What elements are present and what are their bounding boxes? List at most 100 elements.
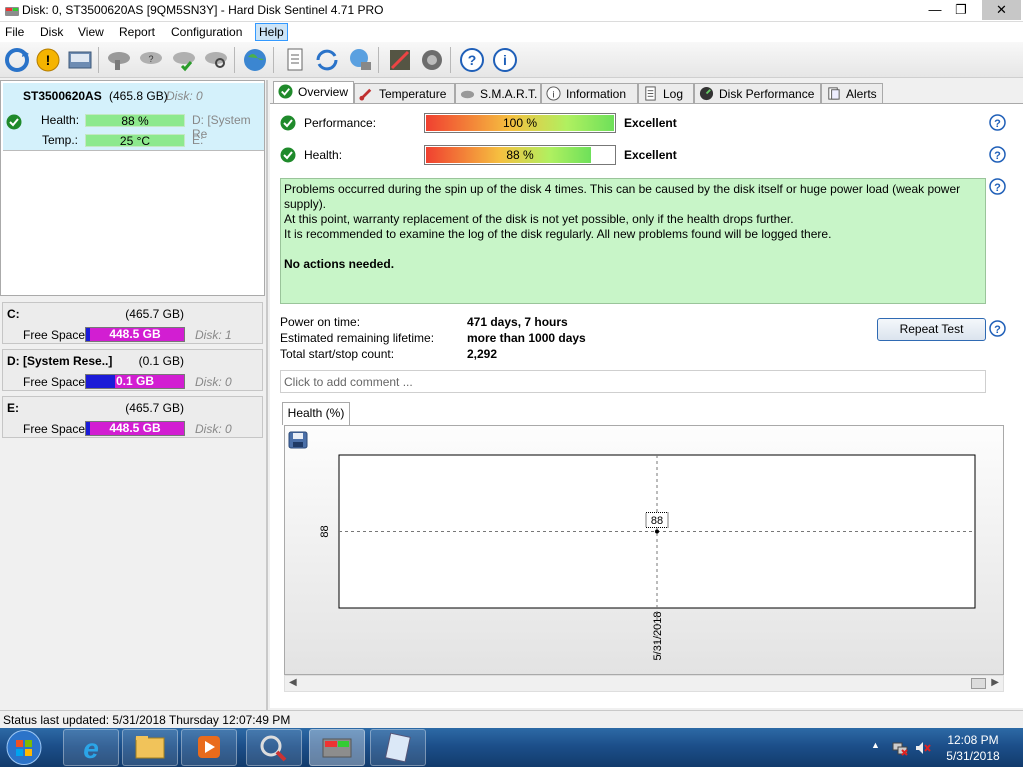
free-space-value: 448.5 GB — [109, 327, 161, 341]
svg-text:?: ? — [148, 54, 153, 64]
menu-help[interactable]: Help — [255, 23, 288, 41]
hdd-tool-icon[interactable] — [105, 46, 133, 74]
free-space-label: Free Space — [23, 422, 86, 436]
tab-log[interactable]: Log — [638, 83, 694, 103]
volume-disk-number: Disk: 0 — [195, 375, 232, 389]
tab-disk-performance[interactable]: Disk Performance — [694, 83, 821, 103]
menu-file[interactable]: File — [5, 25, 24, 39]
chart-scrollbar[interactable]: ◀ ▶ — [284, 675, 1004, 692]
startstop-value: 2,292 — [467, 347, 498, 361]
tray-expand-icon[interactable]: ▲ — [871, 740, 880, 750]
tab-alerts[interactable]: Alerts — [821, 83, 883, 103]
health-mini-bar: 88 % — [85, 114, 185, 127]
hdd-search-icon[interactable] — [202, 46, 230, 74]
free-space-bar: 0.1 GB — [85, 374, 185, 389]
thermometer-icon — [359, 88, 372, 101]
hdd-ok-icon[interactable] — [170, 46, 198, 74]
startstop-label: Total start/stop count: — [280, 347, 395, 361]
tab-label: Overview — [298, 85, 349, 99]
refresh-icon[interactable] — [3, 46, 31, 74]
taskbar-ie[interactable]: e — [63, 729, 119, 766]
health-ok-icon — [280, 147, 296, 163]
tab-smart[interactable]: S.M.A.R.T. — [455, 83, 541, 103]
close-button[interactable]: ✕ — [982, 0, 1021, 20]
svg-text:i: i — [503, 52, 507, 68]
hdd-test-icon[interactable]: ? — [137, 46, 165, 74]
gauge-icon — [699, 86, 714, 101]
globe-icon[interactable] — [241, 46, 269, 74]
volume-card-d[interactable]: D: [System Rese..] (0.1 GB) Free Space 0… — [2, 349, 263, 391]
internet-explorer-icon: e — [83, 733, 99, 764]
network-icon[interactable] — [346, 46, 374, 74]
menu-view[interactable]: View — [78, 25, 104, 39]
clock-date: 5/31/2018 — [946, 749, 1000, 763]
volume-muted-icon[interactable] — [915, 740, 931, 756]
scroll-left-icon[interactable]: ◀ — [289, 677, 297, 688]
start-orb-icon[interactable] — [4, 729, 44, 766]
health-chart: 88 88 5/31/2018 — [319, 454, 976, 660]
tab-label: Log — [663, 87, 684, 101]
tool-icon — [260, 735, 287, 762]
performance-rating: Excellent — [624, 116, 677, 130]
save-chart-icon[interactable] — [288, 431, 308, 449]
check-icon — [278, 84, 293, 99]
clock[interactable]: 12:08 PM 5/31/2018 — [938, 732, 1008, 764]
window-title: Disk: 0, ST3500620AS [9QM5SN3Y] - Hard D… — [22, 3, 384, 17]
svg-text:?: ? — [994, 324, 1001, 336]
tab-label: Disk Performance — [719, 87, 815, 101]
help-icon[interactable]: ? — [989, 178, 1006, 195]
tab-label: Temperature — [379, 87, 447, 101]
free-space-value: 448.5 GB — [109, 421, 161, 435]
tab-temperature[interactable]: Temperature — [354, 83, 455, 103]
menu-disk[interactable]: Disk — [40, 25, 63, 39]
edit-report-icon[interactable] — [386, 46, 414, 74]
overview-panel: Performance: 100 % Excellent ? Health: 8… — [270, 103, 1023, 708]
menu-report[interactable]: Report — [119, 25, 155, 39]
taskbar-explorer[interactable] — [122, 729, 178, 766]
volume-size: (465.7 GB) — [125, 401, 184, 415]
svg-text:?: ? — [994, 118, 1001, 130]
tab-label: Alerts — [846, 87, 877, 101]
tab-information[interactable]: i Information — [541, 83, 638, 103]
health-rating: Excellent — [624, 148, 677, 162]
network-tray-icon[interactable] — [892, 740, 908, 756]
document-icon[interactable] — [281, 46, 309, 74]
scroll-right-icon[interactable]: ▶ — [991, 677, 999, 688]
disk-drive-icon[interactable] — [66, 46, 94, 74]
alert-icon — [828, 87, 840, 100]
tab-overview[interactable]: Overview — [273, 81, 354, 104]
lifetime-label: Estimated remaining lifetime: — [280, 331, 435, 345]
health-value: 88 % — [506, 148, 534, 162]
help-icon[interactable]: ? — [989, 114, 1006, 131]
comment-input[interactable]: Click to add comment ... — [280, 370, 986, 393]
taskbar-media-player[interactable] — [181, 729, 237, 766]
disk-icon — [460, 90, 475, 99]
help-icon[interactable]: ? — [989, 146, 1006, 163]
health-label: Health: — [41, 113, 80, 127]
speaker-icon[interactable] — [418, 46, 446, 74]
repeat-test-button[interactable]: Repeat Test — [877, 318, 986, 341]
app-icon — [5, 7, 19, 16]
splitter[interactable] — [266, 80, 268, 710]
taskbar: e ▲ 12:08 PM 5/31/2018 — [0, 728, 1023, 767]
volume-card-c[interactable]: C: (465.7 GB) Free Space 448.5 GB Disk: … — [2, 302, 263, 344]
tab-health-chart[interactable]: Health (%) — [282, 402, 350, 425]
taskbar-hard-disk-sentinel[interactable] — [309, 729, 365, 766]
maximize-button[interactable]: ❐ — [946, 0, 976, 20]
disk-model: ST3500620AS — [23, 89, 102, 103]
power-on-label: Power on time: — [280, 315, 361, 329]
scroll-thumb[interactable] — [971, 678, 986, 689]
disk-size: (465.8 GB) — [109, 89, 168, 103]
menu-configuration[interactable]: Configuration — [171, 25, 242, 39]
help-icon[interactable]: ? — [458, 46, 486, 74]
sync-icon[interactable] — [313, 46, 341, 74]
volume-card-e[interactable]: E: (465.7 GB) Free Space 448.5 GB Disk: … — [2, 396, 263, 438]
disk-card[interactable]: ST3500620AS (465.8 GB) Disk: 0 Health: 8… — [3, 83, 264, 151]
taskbar-tool[interactable] — [246, 729, 302, 766]
warning-icon[interactable]: ! — [34, 46, 62, 74]
about-icon[interactable]: i — [491, 46, 519, 74]
taskbar-notepad[interactable] — [370, 729, 426, 766]
volume-size: (465.7 GB) — [125, 307, 184, 321]
help-icon[interactable]: ? — [989, 320, 1006, 337]
free-space-bar: 448.5 GB — [85, 327, 185, 342]
